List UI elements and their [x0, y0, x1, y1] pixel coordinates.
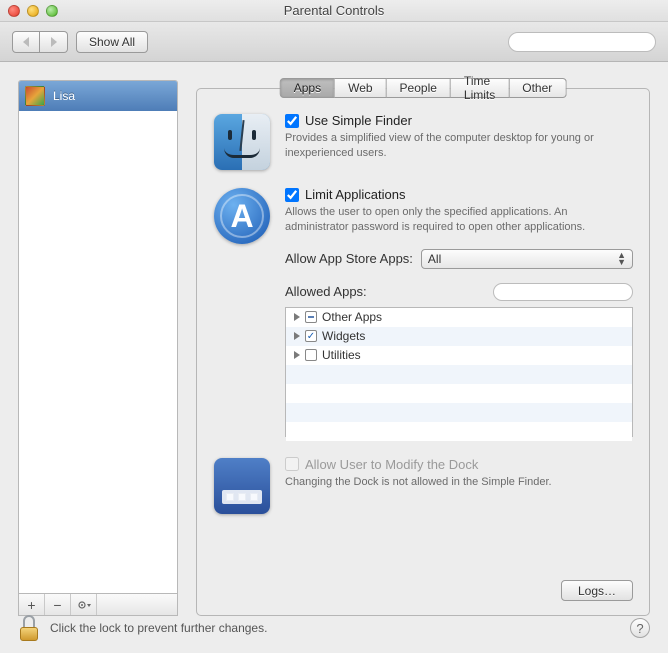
help-button[interactable]: ? — [630, 618, 650, 638]
tree-row-empty — [286, 384, 632, 403]
user-list[interactable]: Lisa — [18, 80, 178, 594]
allowed-apps-search-input[interactable] — [504, 286, 646, 298]
disclosure-icon[interactable] — [294, 332, 300, 340]
tab-web[interactable]: Web — [335, 78, 386, 98]
tree-row[interactable]: Other Apps — [286, 308, 632, 327]
tree-item-label: Widgets — [322, 329, 365, 343]
allowed-apps-header: Allowed Apps: — [285, 283, 633, 301]
dock-desc: Changing the Dock is not allowed in the … — [285, 475, 633, 490]
limit-apps-section: A Limit Applications Allows the user to … — [213, 187, 633, 437]
toolbar: Show All — [0, 22, 668, 62]
logs-button[interactable]: Logs… — [561, 580, 633, 601]
show-all-button[interactable]: Show All — [76, 31, 148, 53]
allowed-apps-search[interactable] — [493, 283, 633, 301]
finder-icon — [213, 113, 271, 171]
tab-time-limits[interactable]: Time Limits — [451, 78, 509, 98]
nav-buttons — [12, 31, 68, 53]
tab-bar: Apps Web People Time Limits Other — [280, 78, 567, 98]
titlebar: Parental Controls — [0, 0, 668, 22]
content-area: Lisa + − Apps Web People Time Limits Oth… — [0, 62, 668, 616]
tree-row[interactable]: Widgets — [286, 327, 632, 346]
tree-row-empty — [286, 422, 632, 441]
tab-people[interactable]: People — [387, 78, 451, 98]
simple-finder-checkbox[interactable] — [285, 114, 299, 128]
minimize-window-button[interactable] — [27, 5, 39, 17]
dock-section: Allow User to Modify the Dock Changing t… — [213, 457, 633, 515]
disclosure-icon[interactable] — [294, 313, 300, 321]
user-sidebar: Lisa + − — [18, 80, 178, 616]
toolbar-search-input[interactable] — [519, 36, 661, 48]
tree-checkbox[interactable] — [305, 311, 317, 323]
tree-checkbox[interactable] — [305, 349, 317, 361]
appstore-icon: A — [213, 187, 271, 245]
window-controls — [8, 5, 58, 17]
simple-finder-checkbox-row: Use Simple Finder — [285, 113, 633, 128]
zoom-window-button[interactable] — [46, 5, 58, 17]
lock-text: Click the lock to prevent further change… — [50, 621, 267, 635]
dock-checkbox-row: Allow User to Modify the Dock — [285, 457, 633, 472]
allowed-apps-tree[interactable]: Other Apps Widgets Utilities — [285, 307, 633, 437]
limit-apps-label: Limit Applications — [305, 187, 405, 202]
allow-appstore-label: Allow App Store Apps: — [285, 251, 413, 266]
tree-checkbox[interactable] — [305, 330, 317, 342]
pane-box: Use Simple Finder Provides a simplified … — [196, 88, 650, 616]
window-footer: Click the lock to prevent further change… — [0, 603, 668, 653]
simple-finder-label: Use Simple Finder — [305, 113, 412, 128]
window-title: Parental Controls — [0, 3, 668, 18]
user-row[interactable]: Lisa — [19, 81, 177, 111]
simple-finder-section: Use Simple Finder Provides a simplified … — [213, 113, 633, 171]
logs-button-wrap: Logs… — [561, 580, 633, 601]
dock-checkbox — [285, 457, 299, 471]
dock-icon — [213, 457, 271, 515]
settings-pane: Apps Web People Time Limits Other Use Si… — [196, 80, 650, 616]
allow-appstore-value: All — [428, 252, 441, 266]
tree-item-label: Utilities — [322, 348, 361, 362]
tree-row-empty — [286, 365, 632, 384]
tab-other[interactable]: Other — [509, 78, 566, 98]
limit-apps-checkbox[interactable] — [285, 188, 299, 202]
avatar — [25, 86, 45, 106]
allowed-apps-label: Allowed Apps: — [285, 284, 367, 299]
select-arrows-icon: ▲▼ — [617, 252, 626, 266]
limit-apps-checkbox-row: Limit Applications — [285, 187, 633, 202]
tab-apps[interactable]: Apps — [280, 78, 335, 98]
tree-item-label: Other Apps — [322, 310, 382, 324]
user-name: Lisa — [53, 89, 75, 103]
limit-apps-desc: Allows the user to open only the specifi… — [285, 205, 633, 235]
toolbar-search[interactable] — [508, 32, 656, 52]
forward-button[interactable] — [40, 31, 68, 53]
back-button[interactable] — [12, 31, 40, 53]
tree-row[interactable]: Utilities — [286, 346, 632, 365]
allow-appstore-row: Allow App Store Apps: All ▲▼ — [285, 249, 633, 269]
disclosure-icon[interactable] — [294, 351, 300, 359]
simple-finder-desc: Provides a simplified view of the comput… — [285, 131, 633, 161]
lock-icon[interactable] — [18, 615, 40, 641]
close-window-button[interactable] — [8, 5, 20, 17]
allow-appstore-select[interactable]: All ▲▼ — [421, 249, 633, 269]
tree-row-empty — [286, 403, 632, 422]
dock-label: Allow User to Modify the Dock — [305, 457, 478, 472]
